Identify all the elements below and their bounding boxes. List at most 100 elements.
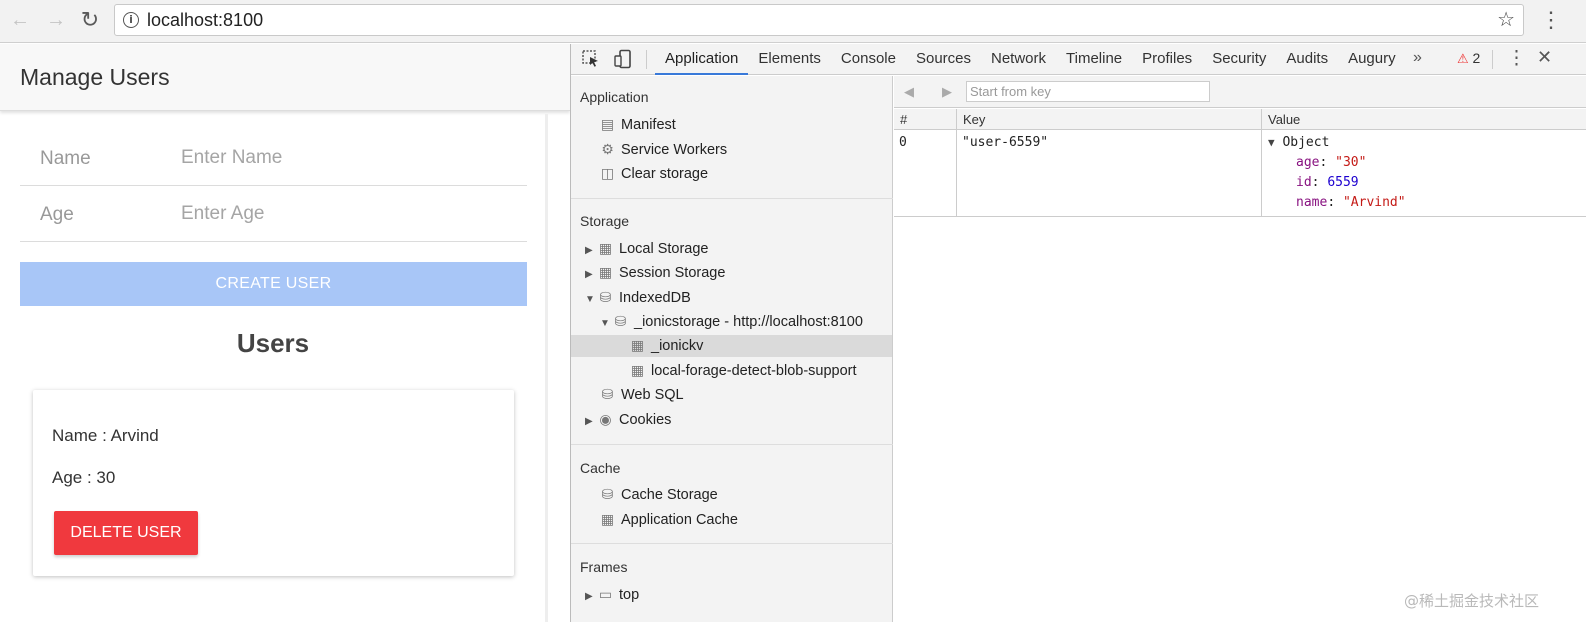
gear-icon: ⚙ <box>601 142 614 158</box>
more-tabs-icon[interactable]: » <box>1413 49 1422 67</box>
delete-user-button[interactable]: DELETE USER <box>54 511 198 555</box>
sidebar-item-indexeddb[interactable]: ▼ ⛁ IndexedDB <box>585 287 691 309</box>
previous-page-icon[interactable]: ◀ <box>904 84 914 100</box>
sidebar-item-manifest[interactable]: ▤ Manifest <box>599 114 676 136</box>
warning-count: 2 <box>1472 50 1481 66</box>
property-key: name <box>1296 195 1328 210</box>
sidebar-item-ionicstorage-db[interactable]: ▼ ⛁ _ionicstorage - http://localhost:8100 <box>600 311 863 333</box>
app-header: Manage Users <box>0 44 570 111</box>
next-page-icon[interactable]: ▶ <box>942 84 952 100</box>
name-input[interactable] <box>181 142 511 174</box>
expand-arrow-icon[interactable]: ▶ <box>585 264 597 286</box>
back-button[interactable]: ← <box>8 8 32 32</box>
key-column: Key "user-6559" <box>957 109 1262 217</box>
grid-icon: ▦ <box>630 338 645 354</box>
start-from-key-input[interactable] <box>966 81 1210 102</box>
property-key: id <box>1296 175 1312 190</box>
section-divider <box>571 198 893 199</box>
collapse-arrow-icon[interactable]: ▼ <box>600 313 612 335</box>
sidebar-item-label: Cache Storage <box>621 487 718 503</box>
tab-security[interactable]: Security <box>1202 44 1276 75</box>
collapse-arrow-icon[interactable]: ▼ <box>585 289 597 311</box>
tab-timeline[interactable]: Timeline <box>1056 44 1132 75</box>
browser-menu-icon[interactable]: ⋮ <box>1540 6 1562 34</box>
forward-button[interactable]: → <box>44 8 68 32</box>
section-storage-title: Storage <box>580 213 630 229</box>
property-key: age <box>1296 155 1320 170</box>
inspect-element-icon[interactable] <box>581 49 601 69</box>
property-value: "Arvind" <box>1342 195 1406 210</box>
property-value: 6559 <box>1327 175 1359 190</box>
expand-arrow-icon[interactable]: ▶ <box>585 586 597 608</box>
grid-icon: ▦ <box>598 241 613 257</box>
application-sidebar: Application ▤ Manifest ⚙ Service Workers ◫… <box>571 76 893 622</box>
address-bar[interactable]: i localhost:8100 ☆ <box>114 4 1524 36</box>
row-key[interactable]: "user-6559" <box>962 135 1048 150</box>
tab-elements[interactable]: Elements <box>748 44 831 75</box>
bookmark-star-icon[interactable]: ☆ <box>1497 7 1515 32</box>
info-icon[interactable]: i <box>123 12 139 28</box>
sidebar-item-cache-storage[interactable]: ⛁ Cache Storage <box>599 484 718 506</box>
user-age-text: Age : 30 <box>52 468 116 487</box>
indexeddb-toolbar: ◀ ▶ <box>894 76 1586 108</box>
sidebar-item-ionickv[interactable]: ▦ _ionickv <box>571 335 892 357</box>
database-icon: ⛁ <box>601 487 614 503</box>
sidebar-item-clear-storage[interactable]: ◫ Clear storage <box>599 163 708 185</box>
close-icon[interactable]: ✕ <box>1537 47 1552 68</box>
name-label: Name <box>40 148 91 169</box>
sidebar-item-label: Service Workers <box>621 142 728 158</box>
section-application-title: Application <box>580 89 649 105</box>
column-header-index[interactable]: # <box>900 112 907 127</box>
grid-icon: ▦ <box>600 512 615 528</box>
value-object[interactable]: ▼ Object <box>1268 135 1329 150</box>
devtools-menu-icon[interactable]: ⋮ <box>1507 47 1526 70</box>
age-input[interactable] <box>181 198 511 230</box>
sidebar-item-session-storage[interactable]: ▶ ▦ Session Storage <box>585 262 725 284</box>
sidebar-item-web-sql[interactable]: ⛁ Web SQL <box>599 384 684 406</box>
warning-badge[interactable]: ⚠ 2 <box>1457 50 1480 67</box>
create-user-button[interactable]: CREATE USER <box>20 262 527 306</box>
document-icon: ▤ <box>600 117 615 133</box>
toolbar-divider <box>646 50 647 69</box>
reload-button[interactable]: ↻ <box>78 8 102 32</box>
tab-augury[interactable]: Augury <box>1338 44 1406 75</box>
column-header-value[interactable]: Value <box>1268 112 1300 127</box>
tab-profiles[interactable]: Profiles <box>1132 44 1202 75</box>
index-column: # 0 <box>894 109 957 217</box>
sidebar-item-label: top <box>619 587 640 603</box>
expand-arrow-icon[interactable]: ▶ <box>585 240 597 262</box>
sidebar-item-label: local-forage-detect-blob-support <box>651 363 857 379</box>
sidebar-item-application-cache[interactable]: ▦ Application Cache <box>599 509 738 531</box>
tab-audits[interactable]: Audits <box>1276 44 1338 75</box>
devtools-panel: Application Elements Console Sources Net… <box>570 44 1586 622</box>
object-label: Object <box>1282 135 1330 150</box>
tab-application[interactable]: Application <box>655 44 749 75</box>
row-index: 0 <box>899 135 907 150</box>
value-column: Value ▼ Object age: "30" id: 6559 name: … <box>1262 109 1586 217</box>
sidebar-item-label: Clear storage <box>621 166 709 182</box>
tab-console[interactable]: Console <box>831 44 906 75</box>
sidebar-item-blob-support[interactable]: ▦ local-forage-detect-blob-support <box>629 360 857 382</box>
tab-sources[interactable]: Sources <box>906 44 981 75</box>
column-header-key[interactable]: Key <box>963 112 985 127</box>
sidebar-item-frame-top[interactable]: ▶ ▭ top <box>585 584 639 606</box>
url-text[interactable]: localhost:8100 <box>147 10 263 31</box>
object-property: name: "Arvind" <box>1296 195 1406 210</box>
database-icon: ⛁ <box>601 387 614 403</box>
browser-toolbar: ← → ↻ i localhost:8100 ☆ ⋮ <box>0 0 1586 43</box>
cookie-icon: ◉ <box>599 412 612 428</box>
sidebar-item-cookies[interactable]: ▶ ◉ Cookies <box>585 409 671 431</box>
age-row: Age <box>20 186 527 242</box>
collapse-arrow-icon[interactable]: ▼ <box>1268 136 1275 149</box>
tab-network[interactable]: Network <box>981 44 1056 75</box>
grid-icon: ▦ <box>598 265 613 281</box>
device-toolbar-icon[interactable] <box>613 49 633 69</box>
section-cache-title: Cache <box>580 460 621 476</box>
sidebar-item-service-workers[interactable]: ⚙ Service Workers <box>599 139 727 161</box>
sidebar-item-local-storage[interactable]: ▶ ▦ Local Storage <box>585 238 708 260</box>
expand-arrow-icon[interactable]: ▶ <box>585 411 597 433</box>
sidebar-item-label: Cookies <box>619 412 672 428</box>
toolbar-divider <box>1492 50 1493 69</box>
app-scrollbar[interactable] <box>545 114 548 622</box>
sidebar-item-label: IndexedDB <box>619 290 691 306</box>
